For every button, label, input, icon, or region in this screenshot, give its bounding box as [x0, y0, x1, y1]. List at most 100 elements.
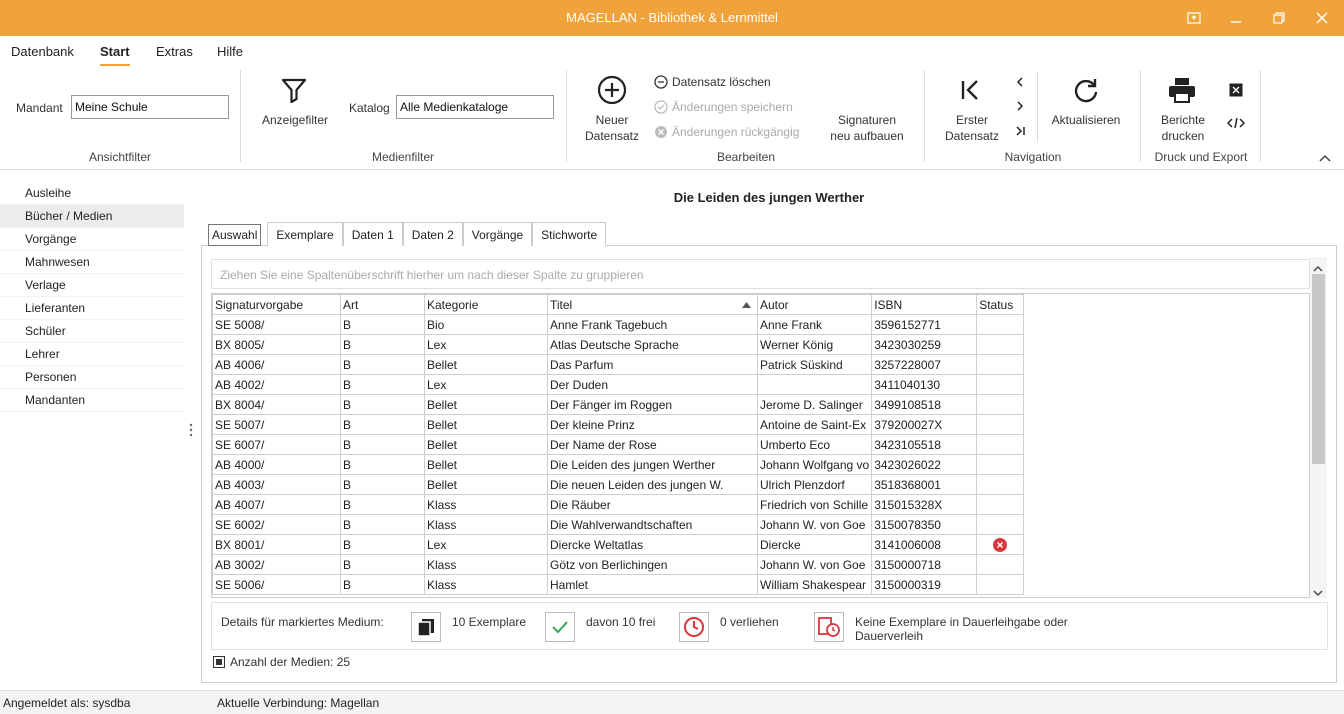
aenderungen-speichern-button[interactable]: Änderungen speichern: [654, 100, 793, 114]
ribbon-separator: [924, 70, 925, 162]
sidebar-item-vorgaenge[interactable]: Vorgänge: [0, 228, 184, 251]
cell-autor: Jerome D. Salinger: [756, 394, 873, 415]
dauerleihgabe-line2: Dauerverleih: [855, 629, 924, 643]
cell-art: B: [340, 354, 425, 375]
mandant-input[interactable]: [71, 95, 229, 119]
table-row[interactable]: SE 5008/B Bio Anne Frank Tagebuch Anne Fran…: [212, 314, 1025, 335]
tab-auswahl[interactable]: Auswahl: [208, 224, 262, 246]
table-row[interactable]: BX 8005/B Lex Atlas Deutsche Sprache Werner…: [212, 334, 1025, 355]
previous-icon[interactable]: [1014, 76, 1026, 91]
aenderungen-rueckgaengig-label: Änderungen rückgängig: [672, 125, 800, 139]
verliehen-count: 0 verliehen: [720, 615, 779, 629]
column-header-isbn[interactable]: ISBN: [871, 294, 978, 315]
column-header-kategorie[interactable]: Kategorie: [424, 294, 548, 315]
sidebar-item-buecher-medien[interactable]: Bücher / Medien: [0, 205, 184, 228]
cell-autor: Antoine de Saint-Ex: [756, 414, 873, 435]
sidebar-item-ausleihe[interactable]: Ausleihe: [0, 182, 184, 205]
media-count-label: Anzahl der Medien: 25: [230, 655, 351, 669]
column-header-autor[interactable]: Autor: [756, 294, 873, 315]
column-header-signatur[interactable]: Signaturvorgabe: [212, 294, 341, 315]
refresh-icon[interactable]: [1072, 76, 1100, 107]
neuer-datensatz-button[interactable]: Neuer Datensatz: [580, 112, 644, 144]
restore-ribbon-icon[interactable]: [1172, 0, 1216, 36]
sidebar-item-mahnwesen[interactable]: Mahnwesen: [0, 251, 184, 274]
table-row[interactable]: SE 5006/B Klass Hamlet William Shakespear 31…: [212, 574, 1025, 595]
datensatz-loeschen-label: Datensatz löschen: [672, 75, 771, 89]
sidebar-item-schueler[interactable]: Schüler: [0, 320, 184, 343]
aenderungen-rueckgaengig-button[interactable]: Änderungen rückgängig: [654, 125, 799, 139]
table-row[interactable]: SE 6002/B Klass Die Wahlverwandtschaften Jo…: [212, 514, 1025, 535]
tab-exemplare[interactable]: Exemplare: [267, 222, 343, 246]
scroll-down-icon[interactable]: [1313, 586, 1323, 600]
collapse-ribbon-icon[interactable]: [1319, 151, 1331, 165]
cell-autor: Diercke: [756, 534, 873, 555]
cell-signatur: AB 4002/: [212, 374, 341, 395]
printer-icon[interactable]: [1167, 76, 1197, 107]
cell-autor: Johann W. von Goe: [756, 514, 873, 535]
cell-autor: Ulrich Plenzdorf: [756, 474, 873, 495]
sidebar-item-lieferanten[interactable]: Lieferanten: [0, 297, 184, 320]
cell-art: B: [340, 554, 425, 575]
table-row[interactable]: SE 6007/B Bellet Der Name der Rose Umberto …: [212, 434, 1025, 455]
cell-kategorie: Lex: [424, 374, 548, 395]
aenderungen-speichern-label: Änderungen speichern: [672, 100, 793, 114]
cell-status: [976, 494, 1025, 515]
tab-vorgaenge[interactable]: Vorgänge: [462, 222, 533, 246]
sort-ascending-icon: [742, 302, 751, 308]
katalog-input[interactable]: [396, 95, 554, 119]
cell-titel: Atlas Deutsche Sprache: [547, 334, 758, 355]
menu-start[interactable]: Start: [100, 44, 130, 66]
minimize-icon[interactable]: [1214, 0, 1258, 36]
menu-extras[interactable]: Extras: [156, 44, 193, 59]
sidebar-item-personen[interactable]: Personen: [0, 366, 184, 389]
first-record-icon[interactable]: [958, 78, 982, 105]
code-export-icon[interactable]: [1226, 116, 1246, 133]
datensatz-loeschen-button[interactable]: Datensatz löschen: [654, 75, 771, 89]
cell-autor: Friedrich von Schille: [756, 494, 873, 515]
berichte-drucken-button[interactable]: Berichte drucken: [1154, 112, 1212, 144]
aktualisieren-button[interactable]: Aktualisieren: [1046, 112, 1126, 128]
title-bar: MAGELLAN - Bibliothek & Lernmittel: [0, 0, 1344, 36]
tab-daten-1[interactable]: Daten 1: [342, 222, 403, 246]
sidebar-item-lehrer[interactable]: Lehrer: [0, 343, 184, 366]
tab-daten-2[interactable]: Daten 2: [402, 222, 463, 246]
ribbon-separator: [1037, 72, 1038, 142]
last-icon[interactable]: [1014, 125, 1026, 140]
group-by-area[interactable]: Ziehen Sie eine Spaltenüberschrift hierh…: [211, 259, 1310, 289]
column-header-status[interactable]: Status: [976, 294, 1025, 315]
column-header-art[interactable]: Art: [340, 294, 425, 315]
sidebar-item-mandanten[interactable]: Mandanten: [0, 389, 184, 412]
cell-kategorie: Bellet: [424, 354, 548, 375]
menu-bar: Datenbank Start Extras Hilfe: [0, 36, 1344, 66]
add-circle-icon[interactable]: [597, 75, 627, 108]
table-row[interactable]: AB 3002/B Klass Götz von Berlichingen Johan…: [212, 554, 1025, 575]
column-header-titel[interactable]: Titel: [547, 294, 758, 315]
close-icon[interactable]: [1300, 0, 1344, 36]
sidebar-item-verlage[interactable]: Verlage: [0, 274, 184, 297]
filter-icon[interactable]: [280, 76, 308, 107]
table-row[interactable]: AB 4007/B Klass Die Räuber Friedrich von Sc…: [212, 494, 1025, 515]
grid-scroll-thumb[interactable]: [1312, 274, 1325, 464]
table-row[interactable]: AB 4006/B Bellet Das Parfum Patrick Süskind…: [212, 354, 1025, 375]
menu-datenbank[interactable]: Datenbank: [11, 44, 74, 59]
tab-stichworte[interactable]: Stichworte: [532, 222, 607, 246]
table-row[interactable]: BX 8004/B Bellet Der Fänger im Roggen Jerom…: [212, 394, 1025, 415]
excel-export-icon[interactable]: [1229, 83, 1243, 100]
splitter-handle-icon[interactable]: [189, 423, 193, 440]
table-row[interactable]: AB 4000/B Bellet Die Leiden des jungen Wer…: [212, 454, 1025, 475]
erster-datensatz-button[interactable]: Erster Datensatz: [940, 112, 1004, 144]
next-icon[interactable]: [1014, 100, 1026, 115]
maximize-icon[interactable]: [1257, 0, 1301, 36]
table-row[interactable]: AB 4002/B Lex Der Duden 3411040130: [212, 374, 1025, 395]
table-row[interactable]: SE 5007/B Bellet Der kleine Prinz Antoine d…: [212, 414, 1025, 435]
table-row[interactable]: BX 8001/B Lex Diercke Weltatlas Diercke 3141…: [212, 534, 1025, 555]
cell-kategorie: Bellet: [424, 414, 548, 435]
table-row[interactable]: AB 4003/B Bellet Die neuen Leiden des jung…: [212, 474, 1025, 495]
cell-status: [976, 574, 1025, 595]
anzeigefilter-button[interactable]: Anzeigefilter: [260, 112, 330, 128]
cell-titel: Die Leiden des jungen Werther: [547, 454, 758, 475]
menu-hilfe[interactable]: Hilfe: [217, 44, 243, 59]
signaturen-button[interactable]: Signaturen neu aufbauen: [826, 112, 908, 144]
cell-status: [976, 314, 1025, 335]
scroll-up-icon[interactable]: [1313, 261, 1323, 275]
